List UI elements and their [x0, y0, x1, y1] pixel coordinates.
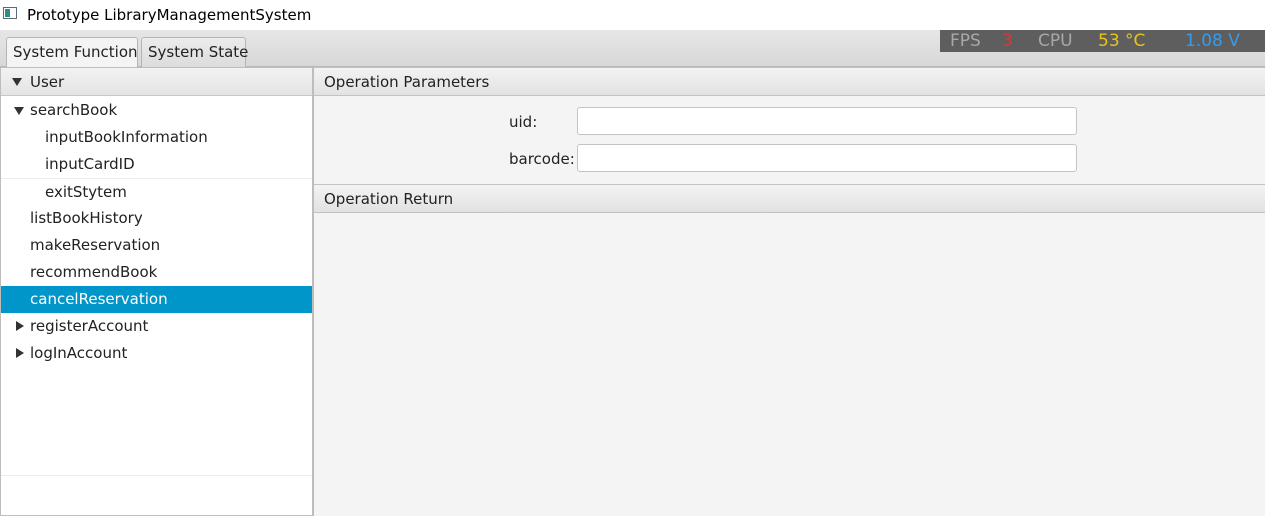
tree-item-label: logInAccount [30, 344, 128, 362]
expand-arrow-icon[interactable] [12, 78, 22, 86]
tree-item-listBookHistory[interactable]: listBookHistory [1, 205, 312, 232]
tree-item-label: cancelReservation [30, 290, 168, 308]
tree-item-label: searchBook [30, 101, 118, 119]
barcode-input[interactable] [577, 144, 1077, 172]
tree-item-label: recommendBook [30, 263, 158, 281]
tree-item-makeReservation[interactable]: makeReservation [1, 232, 312, 259]
operation-parameters-header: Operation Parameters [314, 67, 1265, 96]
operation-panel: Operation Parameters uid: barcode: Opera… [313, 67, 1265, 516]
tree-item-label: inputBookInformation [45, 128, 208, 146]
collapse-arrow-icon[interactable] [16, 321, 24, 331]
tree-root-label: User [30, 73, 65, 91]
collapse-arrow-icon[interactable] [16, 348, 24, 358]
fps-label: FPS [950, 31, 981, 51]
tree-item-exitStytem[interactable]: exitStytem [1, 179, 312, 206]
fps-value: 3 [1002, 31, 1013, 51]
performance-status-overlay: FPS 3 CPU 53 °C 1.08 V [940, 30, 1265, 52]
section-title: Operation Return [324, 190, 454, 208]
tree-item-logInAccount[interactable]: logInAccount [1, 340, 312, 367]
operation-return-header: Operation Return [314, 184, 1265, 213]
function-tree[interactable]: User searchBook inputBookInformation inp… [0, 67, 313, 516]
cpu-temperature: 53 °C [1098, 31, 1146, 51]
tree-item-cancelReservation[interactable]: cancelReservation [1, 286, 312, 313]
section-title: Operation Parameters [324, 73, 490, 91]
app-window-icon [3, 7, 17, 19]
tree-item-searchBook[interactable]: searchBook [1, 97, 312, 124]
cpu-label: CPU [1038, 31, 1073, 51]
operation-return-area [314, 213, 1265, 516]
voltage-reading: 1.08 V [1185, 31, 1240, 51]
tree-item-inputBookInformation[interactable]: inputBookInformation [1, 124, 312, 151]
title-bar: Prototype LibraryManagementSystem [0, 0, 1265, 30]
uid-label: uid: [509, 113, 538, 131]
tree-item-label: makeReservation [30, 236, 161, 254]
tree-separator [1, 475, 312, 476]
uid-input[interactable] [577, 107, 1077, 135]
tree-item-registerAccount[interactable]: registerAccount [1, 313, 312, 340]
tree-item-label: exitStytem [45, 183, 127, 201]
tab-system-function[interactable]: System Function [6, 37, 138, 68]
expand-arrow-icon[interactable] [14, 107, 24, 115]
tree-item-label: listBookHistory [30, 209, 143, 227]
tree-item-inputCardID[interactable]: inputCardID [1, 151, 312, 178]
tree-item-label: registerAccount [30, 317, 149, 335]
tree-item-recommendBook[interactable]: recommendBook [1, 259, 312, 286]
tree-root-user[interactable]: User [1, 68, 312, 96]
tab-system-state[interactable]: System State [141, 37, 248, 67]
barcode-label: barcode: [509, 150, 575, 168]
window-title: Prototype LibraryManagementSystem [27, 6, 312, 24]
tree-item-label: inputCardID [45, 155, 135, 173]
